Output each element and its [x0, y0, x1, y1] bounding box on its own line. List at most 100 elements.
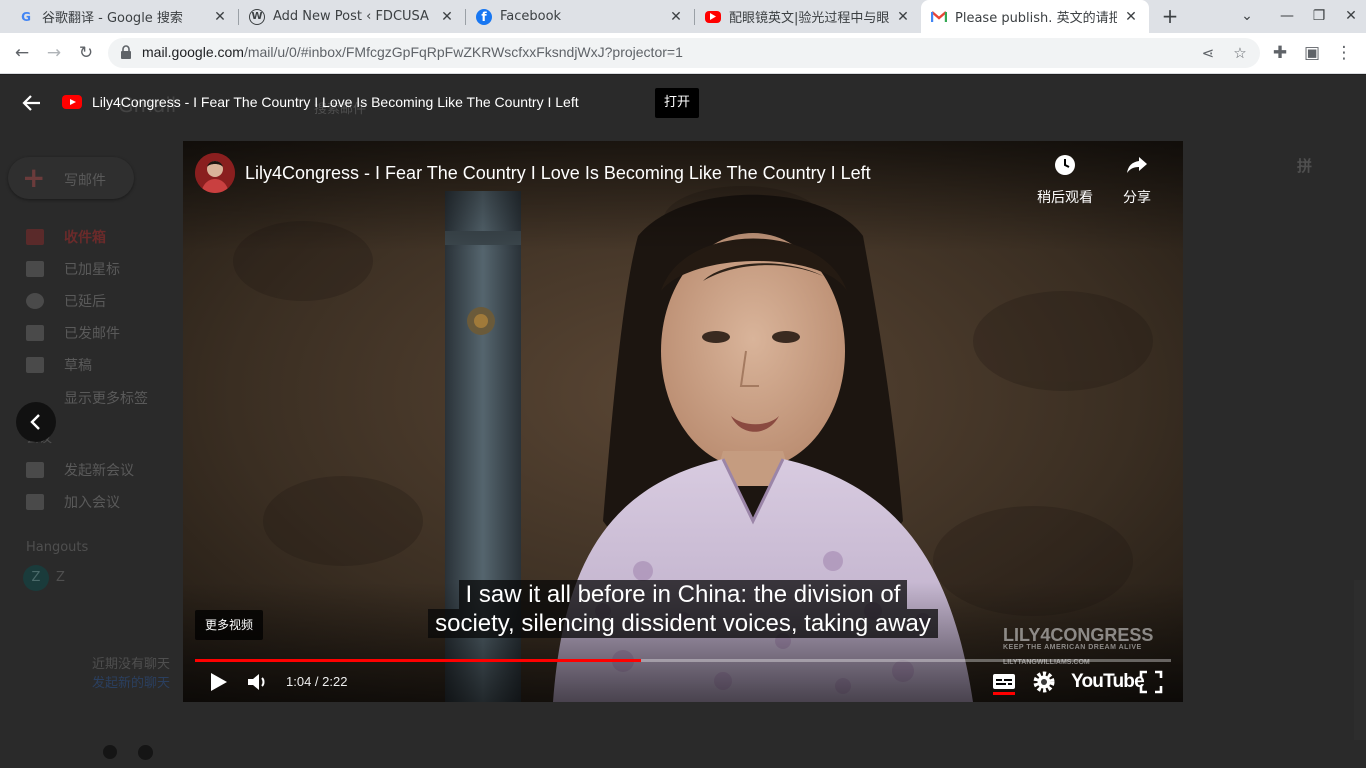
tab-title: Please publish. 英文的请把英: [955, 11, 1117, 26]
clock-icon: [26, 293, 44, 309]
browser-tab-strip: G 谷歌翻译 - Google 搜索 ✕ W Add New Post ‹ FD…: [0, 0, 1366, 33]
clock-icon: [1055, 155, 1075, 175]
video-title[interactable]: Lily4Congress - I Fear The Country I Lov…: [245, 163, 871, 184]
hangouts-user-label: Z: [56, 570, 65, 585]
youtube-icon: [62, 95, 82, 109]
volume-icon[interactable]: [245, 669, 271, 695]
reload-icon[interactable]: ↻: [74, 41, 98, 65]
forward-icon[interactable]: →: [42, 41, 66, 65]
close-icon[interactable]: ✕: [895, 9, 911, 25]
previous-attachment-button[interactable]: [16, 402, 56, 442]
subtitles-icon[interactable]: [991, 669, 1017, 695]
restore-icon[interactable]: ❐: [1302, 0, 1336, 33]
progress-bar[interactable]: [195, 659, 1171, 662]
share-icon[interactable]: ⋖: [1198, 43, 1218, 63]
start-chat-link[interactable]: 发起新的聊天: [92, 672, 170, 691]
nav-label: 收件箱: [64, 230, 106, 246]
keyboard-icon: [26, 494, 44, 510]
draft-icon: [26, 357, 44, 373]
nav-inbox[interactable]: 收件箱: [26, 227, 106, 247]
chevron-left-icon: [30, 414, 40, 430]
url-path: /mail/u/0/#inbox/FMfcgzGpFqRpFwZKRWscfxx…: [243, 44, 683, 60]
nav-sent[interactable]: 已发邮件: [26, 323, 120, 343]
video-icon: [26, 462, 44, 478]
projector-title: Lily4Congress - I Fear The Country I Lov…: [92, 94, 579, 110]
tab-facebook[interactable]: f Facebook ✕: [466, 0, 694, 33]
time-display: 1:04 / 2:22: [286, 674, 348, 689]
tab-title: 配眼镜英文|验光过程中与眼科: [729, 11, 889, 26]
scrollbar[interactable]: [1354, 580, 1366, 740]
bookmark-star-icon[interactable]: ☆: [1230, 43, 1250, 63]
minimize-icon[interactable]: —: [1270, 0, 1304, 33]
no-chats-text: 近期没有聊天: [92, 657, 171, 672]
youtube-icon: [705, 10, 721, 23]
plus-icon: +: [22, 161, 46, 194]
tab-youtube[interactable]: 配眼镜英文|验光过程中与眼科 ✕: [695, 0, 921, 33]
new-tab-button[interactable]: +: [1158, 4, 1182, 28]
share-arrow-icon: [1127, 157, 1147, 173]
meet-join[interactable]: 加入会议: [26, 492, 120, 512]
tab-search-chevron-icon[interactable]: ⌄: [1230, 0, 1264, 33]
lock-icon: [121, 45, 131, 59]
share-label: 分享: [1123, 190, 1151, 206]
facebook-icon: f: [476, 8, 492, 25]
contacts-icon[interactable]: [103, 745, 117, 759]
share-button[interactable]: 分享: [1102, 151, 1172, 207]
close-icon[interactable]: ✕: [668, 9, 684, 25]
compose-button[interactable]: + 写邮件: [8, 157, 134, 199]
star-icon: [26, 261, 44, 277]
tab-title: Facebook: [500, 9, 562, 24]
extensions-icon[interactable]: ✚: [1268, 41, 1292, 65]
fullscreen-icon[interactable]: [1138, 669, 1164, 695]
nav-label: 已加星标: [64, 262, 120, 278]
nav-label: 草稿: [64, 358, 92, 374]
meet-new[interactable]: 发起新会议: [26, 460, 134, 480]
send-icon: [26, 325, 44, 341]
watermark-main: LILY4CONGRESS: [1003, 625, 1154, 645]
chat-bubble-icon[interactable]: [138, 745, 153, 760]
tab-wordpress[interactable]: W Add New Post ‹ FDCUSA — W ✕: [239, 0, 465, 33]
nav-label: 显示更多标签: [64, 391, 148, 407]
gmail-icon: [931, 9, 947, 25]
meet-label: 发起新会议: [64, 463, 134, 479]
channel-avatar[interactable]: [195, 153, 235, 193]
nav-label: 已发邮件: [64, 326, 120, 342]
nav-starred[interactable]: 已加星标: [26, 259, 120, 279]
watermark-tagline: KEEP THE AMERICAN DREAM ALIVE: [1003, 644, 1142, 651]
inbox-icon: [26, 229, 44, 245]
wordpress-icon: W: [249, 8, 265, 25]
browser-menu-icon[interactable]: ⋮: [1332, 41, 1356, 65]
meet-label: 加入会议: [64, 495, 120, 511]
hangouts-avatar[interactable]: Z: [23, 565, 49, 591]
youtube-logo-button[interactable]: YouTube: [1071, 671, 1145, 693]
url-host: mail.google.com: [142, 44, 244, 60]
play-icon[interactable]: [205, 669, 231, 695]
browser-toolbar: ← → ↻ mail.google.com/mail/u/0/#inbox/FM…: [0, 33, 1366, 74]
back-icon[interactable]: ←: [10, 41, 34, 65]
open-button[interactable]: 打开: [655, 88, 699, 118]
settings-gear-icon[interactable]: [1031, 669, 1057, 695]
tab-google-translate[interactable]: G 谷歌翻译 - Google 搜索 ✕: [8, 0, 238, 33]
progress-played: [195, 659, 642, 662]
input-method-label[interactable]: 拼: [1297, 155, 1312, 176]
nav-label: 已延后: [64, 294, 106, 310]
caption-text: society, silencing dissident voices, tak…: [428, 609, 938, 638]
back-arrow-icon[interactable]: [20, 91, 44, 115]
tab-title: Add New Post ‹ FDCUSA — W: [273, 9, 433, 24]
tab-gmail[interactable]: Please publish. 英文的请把英 ✕: [921, 0, 1149, 33]
nav-drafts[interactable]: 草稿: [26, 355, 92, 375]
projector-header: Lily4Congress - I Fear The Country I Lov…: [0, 75, 1366, 131]
close-icon[interactable]: ✕: [212, 9, 228, 25]
watch-later-button[interactable]: 稍后观看: [1030, 151, 1100, 207]
watch-later-label: 稍后观看: [1037, 190, 1093, 206]
close-icon[interactable]: ✕: [1123, 9, 1139, 25]
close-window-icon[interactable]: ✕: [1334, 0, 1366, 33]
side-panel-icon[interactable]: ▣: [1300, 41, 1324, 65]
nav-snoozed[interactable]: 已延后: [26, 291, 106, 311]
address-bar[interactable]: mail.google.com/mail/u/0/#inbox/FMfcgzGp…: [108, 38, 1260, 68]
caption-line-1: I saw it all before in China: the divisi…: [183, 580, 1183, 609]
tab-title: 谷歌翻译 - Google 搜索: [42, 11, 183, 26]
youtube-player[interactable]: Lily4Congress - I Fear The Country I Lov…: [183, 141, 1183, 702]
caption-text: I saw it all before in China: the divisi…: [458, 580, 908, 609]
close-icon[interactable]: ✕: [439, 9, 455, 25]
